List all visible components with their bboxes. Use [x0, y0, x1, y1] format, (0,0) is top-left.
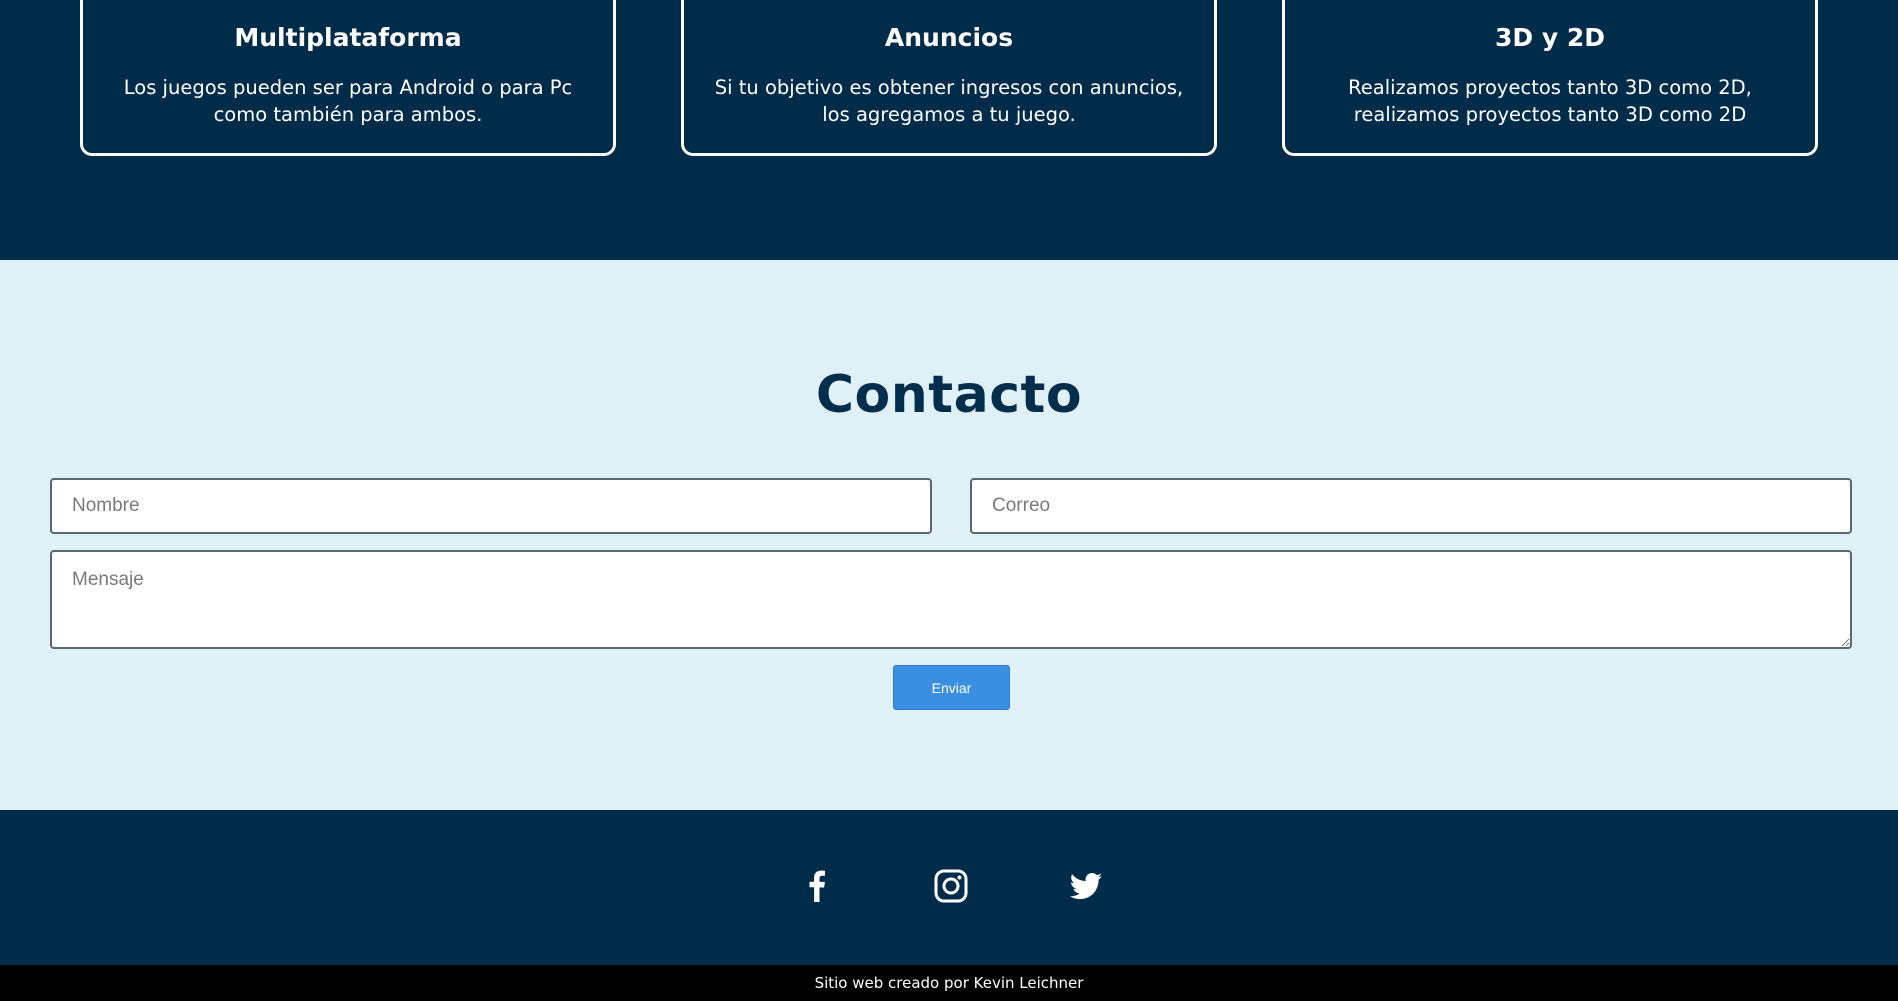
feature-title: Multiplataforma	[234, 23, 462, 52]
credit-text: Sitio web creado por Kevin Leichner	[814, 974, 1084, 992]
contact-section: Contacto Enviar	[0, 260, 1898, 810]
feature-card-multiplatform: Multiplataforma Los juegos pueden ser pa…	[80, 0, 616, 156]
name-input[interactable]	[50, 478, 932, 534]
facebook-link[interactable]	[797, 866, 837, 906]
email-input[interactable]	[970, 478, 1852, 534]
feature-title: 3D y 2D	[1495, 23, 1605, 52]
features-section: Multiplataforma Los juegos pueden ser pa…	[0, 0, 1898, 260]
feature-text: Los juegos pueden ser para Android o par…	[123, 76, 573, 126]
facebook-icon	[809, 870, 825, 902]
instagram-link[interactable]	[931, 866, 971, 906]
feature-text: Si tu objetivo es obtener ingresos con a…	[714, 76, 1184, 126]
send-button[interactable]: Enviar	[893, 665, 1010, 710]
feature-text: Realizamos proyectos tanto 3D como 2D, r…	[1348, 76, 1752, 126]
social-footer	[0, 810, 1898, 965]
instagram-icon	[934, 869, 968, 903]
feature-card-ads: Anuncios Si tu objetivo es obtener ingre…	[681, 0, 1217, 156]
credit-bar: Sitio web creado por Kevin Leichner	[0, 965, 1898, 1001]
twitter-icon	[1069, 873, 1102, 900]
feature-title: Anuncios	[884, 23, 1014, 52]
message-textarea[interactable]	[50, 550, 1852, 649]
contact-title: Contacto	[815, 365, 1083, 425]
feature-card-3d-2d: 3D y 2D Realizamos proyectos tanto 3D co…	[1282, 0, 1818, 156]
twitter-link[interactable]	[1066, 866, 1106, 906]
